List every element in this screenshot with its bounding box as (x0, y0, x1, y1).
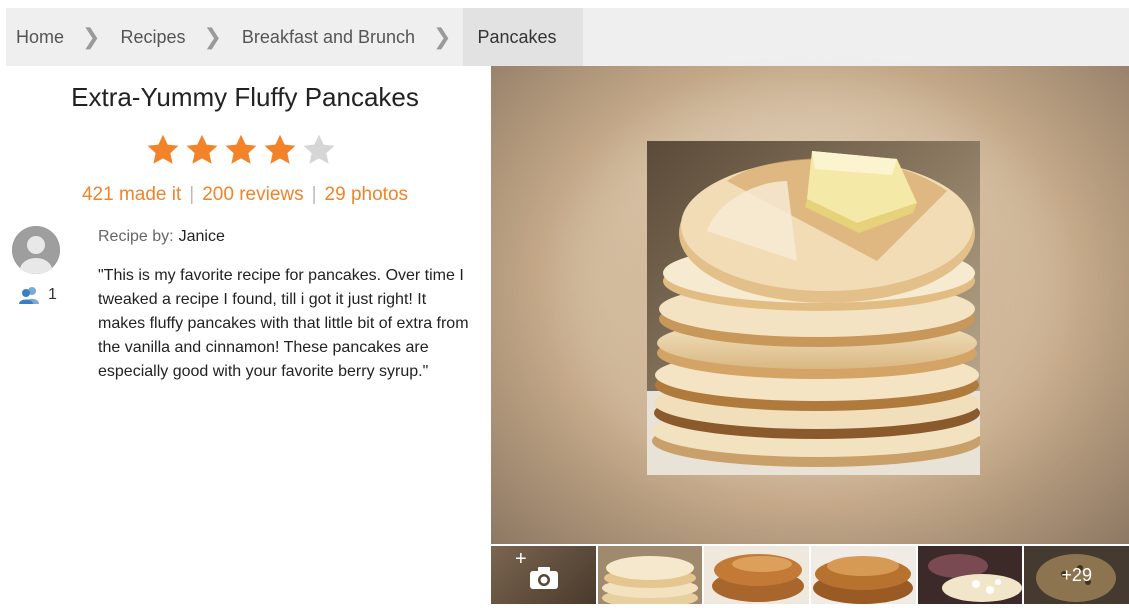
star-filled-icon[interactable] (145, 132, 181, 168)
breadcrumb-home[interactable]: Home (6, 8, 64, 66)
author-avatar[interactable] (12, 226, 60, 274)
breadcrumb-breakfast-label: Breakfast and Brunch (241, 26, 416, 47)
recipe-description: "This is my favorite recipe for pancakes… (98, 267, 469, 380)
breadcrumb-home-label: Home (16, 26, 65, 47)
star-filled-icon[interactable] (223, 132, 259, 168)
photo-thumbnail[interactable] (917, 546, 1023, 604)
chevron-right-icon: ❯ (82, 24, 101, 49)
chevron-right-icon: ❯ (433, 24, 452, 49)
star-filled-icon[interactable] (262, 132, 298, 168)
recipe-title: Extra-Yummy Fluffy Pancakes (71, 82, 419, 112)
breadcrumb-recipes-label: Recipes (120, 26, 186, 47)
breadcrumb-recipes[interactable]: Recipes (120, 8, 185, 66)
followers-number: 1 (48, 286, 57, 303)
pancake-thumbnail-image (917, 546, 1023, 604)
breadcrumb: Home ❯ Recipes ❯ Breakfast and Brunch ❯ … (6, 8, 1129, 66)
photo-thumbnails: + +29 (491, 546, 1129, 604)
followers-count[interactable]: 1 (18, 286, 57, 304)
photo-thumbnail[interactable] (597, 546, 703, 604)
followers-icon (19, 287, 39, 304)
byline-label: Recipe by: (98, 228, 174, 245)
add-photo-button[interactable]: + (491, 546, 596, 604)
reviews-link[interactable]: 200 reviews (202, 184, 303, 205)
pancake-thumbnail-image (704, 546, 810, 604)
pancake-stack-image (647, 141, 980, 475)
more-photos-count: +29 (1024, 546, 1129, 604)
more-photos-button[interactable]: +29 (1024, 546, 1129, 604)
plus-icon: + (515, 548, 527, 570)
stats-divider: | (311, 184, 317, 205)
breadcrumb-breakfast[interactable]: Breakfast and Brunch (242, 8, 415, 66)
breadcrumb-current[interactable]: Pancakes (463, 8, 583, 66)
chevron-right-icon: ❯ (203, 24, 222, 49)
camera-icon (530, 567, 558, 589)
recipe-byline: Recipe by: Janice (98, 228, 225, 246)
rating-stars[interactable] (145, 132, 337, 168)
recipe-main-photo[interactable] (647, 141, 980, 475)
photos-link[interactable]: 29 photos (325, 184, 408, 205)
star-empty-icon[interactable] (301, 132, 337, 168)
author-name-link[interactable]: Janice (179, 228, 225, 245)
stats-divider: | (189, 184, 195, 205)
made-it-link[interactable]: 421 made it (82, 184, 181, 205)
photo-thumbnail[interactable] (704, 546, 810, 604)
pancake-thumbnail-image (597, 546, 703, 604)
pancake-thumbnail-image (811, 546, 916, 604)
breadcrumb-current-label: Pancakes (477, 26, 557, 47)
photo-thumbnail[interactable] (811, 546, 916, 604)
recipe-stats: 421 made it | 200 reviews | 29 photos (0, 184, 490, 206)
user-silhouette-icon (12, 226, 60, 274)
star-filled-icon[interactable] (184, 132, 220, 168)
